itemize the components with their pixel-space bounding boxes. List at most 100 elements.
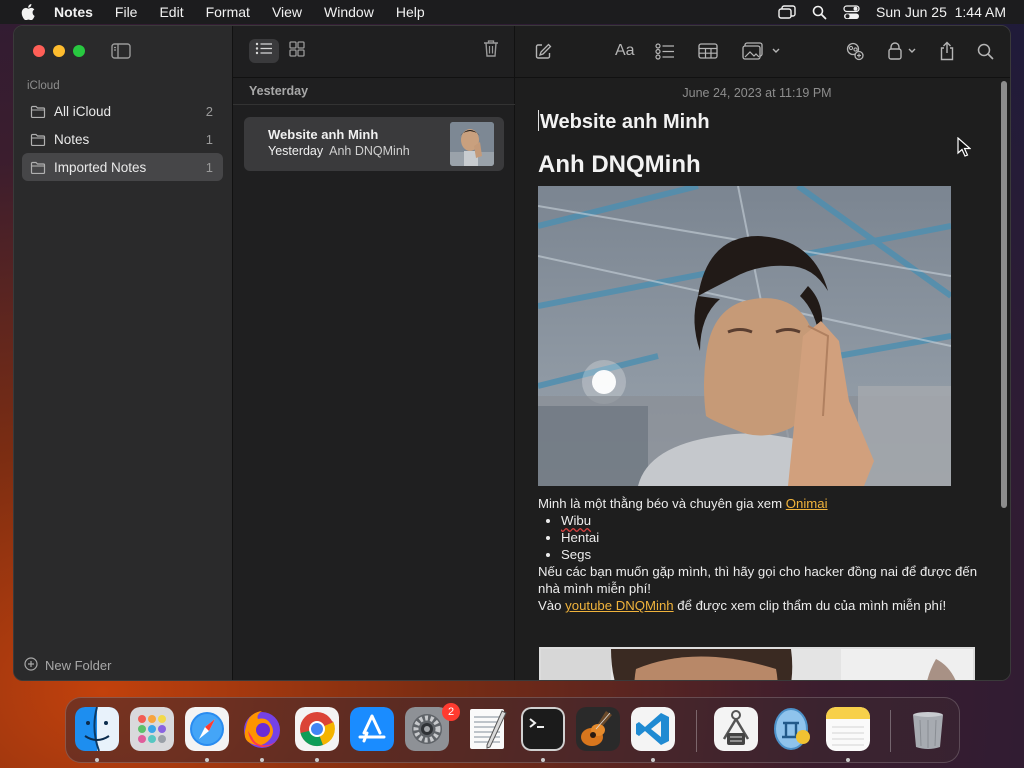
app-store-icon[interactable] — [350, 707, 394, 751]
notification-badge: 2 — [442, 703, 460, 721]
note-photo[interactable] — [538, 186, 951, 486]
note-body[interactable]: June 24, 2023 at 11:19 PM Website anh Mi… — [515, 79, 999, 680]
delete-note-trash-icon[interactable] — [483, 39, 499, 63]
safari-icon[interactable] — [185, 707, 229, 751]
folder-all-icloud[interactable]: All iCloud 2 — [22, 97, 223, 125]
new-folder-button[interactable]: New Folder — [24, 657, 111, 674]
window-switcher-icon[interactable] — [778, 5, 796, 19]
paragraph-intro-text: Minh là một thằng béo và chuyên gia xem — [538, 496, 786, 511]
collaborate-icon[interactable] — [843, 40, 865, 62]
textedit-icon[interactable] — [466, 707, 510, 751]
mouse-pointer-icon — [957, 136, 972, 162]
search-icon[interactable] — [977, 40, 994, 62]
menu-view[interactable]: View — [272, 4, 302, 20]
note-preview: Anh DNQMinh — [329, 144, 410, 158]
archive-utility-icon[interactable] — [714, 707, 758, 751]
youtube-link[interactable]: youtube DNQMinh — [565, 598, 673, 613]
finder-icon[interactable] — [75, 707, 119, 751]
folder-notes[interactable]: Notes 1 — [22, 125, 223, 153]
plus-circle-icon — [24, 657, 38, 674]
editor-scrollbar[interactable] — [999, 79, 1009, 679]
firefox-icon[interactable] — [240, 707, 284, 751]
gallery-view-button[interactable] — [285, 39, 309, 63]
scrollbar-thumb[interactable] — [1001, 81, 1007, 508]
vscode-icon[interactable] — [631, 707, 675, 751]
zoom-button[interactable] — [73, 45, 85, 57]
close-button[interactable] — [33, 45, 45, 57]
folder-name: Imported Notes — [54, 159, 147, 175]
menubar-clock[interactable]: Sun Jun 25 1:44 AM — [876, 4, 1006, 20]
note-timestamp: June 24, 2023 at 11:19 PM — [682, 86, 832, 100]
dock: 2 — [65, 697, 960, 763]
note-thumbnail-image — [450, 122, 494, 166]
folder-icon — [30, 105, 46, 118]
terminal-icon[interactable] — [521, 707, 565, 751]
onimai-link[interactable]: Onimai — [786, 496, 828, 511]
editor-toolbar: Aa — [515, 26, 1010, 78]
folder-icon — [30, 133, 46, 146]
menu-format[interactable]: Format — [206, 4, 250, 20]
paragraph-intro: Minh là một thằng béo và chuyên gia xem … — [538, 495, 978, 512]
menu-bar: Notes File Edit Format View Window Help … — [0, 0, 1024, 24]
menu-app-name[interactable]: Notes — [54, 4, 93, 20]
paragraph-youtube-pre: Vào — [538, 598, 566, 613]
running-indicator — [315, 758, 319, 762]
garageband-icon[interactable] — [576, 707, 620, 751]
folder-name: All iCloud — [54, 103, 112, 119]
running-indicator — [541, 758, 545, 762]
note-heading: Anh DNQMinh — [538, 151, 701, 178]
spotlight-search-icon[interactable] — [812, 5, 827, 20]
menu-window[interactable]: Window — [324, 4, 374, 20]
note-date: Yesterday — [268, 144, 324, 158]
note-list-item[interactable]: Website anh Minh Yesterday Anh DNQMinh — [244, 117, 504, 171]
list-item: Hentai — [561, 529, 978, 546]
menu-help[interactable]: Help — [396, 4, 425, 20]
list-item-text: Wibu — [561, 513, 592, 528]
note-meta: Yesterday Anh DNQMinh — [268, 144, 410, 158]
share-icon[interactable] — [939, 40, 955, 62]
new-folder-label: New Folder — [45, 658, 112, 673]
note-list-toolbar — [233, 26, 515, 78]
note-photo-second[interactable] — [539, 647, 975, 680]
icloud-section-label: iCloud — [27, 80, 60, 92]
menu-edit[interactable]: Edit — [159, 4, 183, 20]
running-indicator — [95, 758, 99, 762]
running-indicator — [846, 758, 850, 762]
minimize-button[interactable] — [53, 45, 65, 57]
list-item: Wibu — [561, 512, 978, 529]
menu-file[interactable]: File — [115, 4, 138, 20]
dock-separator — [890, 710, 891, 752]
text-format-button[interactable]: Aa — [615, 40, 635, 62]
sidebar: iCloud All iCloud 2 Notes 1 Imported Not… — [14, 26, 233, 680]
folder-imported-notes[interactable]: Imported Notes 1 — [22, 153, 223, 181]
running-indicator — [260, 758, 264, 762]
notes-app-icon[interactable] — [826, 707, 870, 751]
note-title-heading[interactable]: Website anh Minh — [538, 110, 710, 134]
compose-note-icon[interactable] — [535, 40, 552, 62]
list-view-button[interactable] — [249, 39, 279, 63]
folder-count: 2 — [205, 103, 213, 119]
paragraph-youtube-post: để được xem clip thẩm du của mình miễn p… — [673, 598, 947, 613]
note-body-text: Minh là một thằng béo và chuyên gia xem … — [538, 495, 978, 614]
note-editor-pane: Aa June 24, 2023 at 11:19 PM Website anh… — [515, 26, 1010, 680]
notes-window: iCloud All iCloud 2 Notes 1 Imported Not… — [13, 25, 1011, 681]
text-caret — [538, 110, 539, 131]
bullet-list: Wibu Hentai Segs — [538, 512, 978, 563]
paragraph-contact: Nếu các bạn muốn gặp mình, thì hãy gọi c… — [538, 564, 978, 596]
folder-count: 1 — [205, 131, 213, 147]
folder-count: 1 — [205, 159, 213, 175]
note-title-text: Website anh Minh — [540, 111, 710, 133]
sidebar-toggle-icon[interactable] — [111, 43, 131, 64]
lock-icon[interactable] — [887, 40, 919, 62]
control-center-icon[interactable] — [843, 4, 860, 20]
media-insert-icon[interactable] — [742, 40, 782, 62]
apple-menu-icon[interactable] — [18, 2, 38, 22]
paragraph-youtube: Vào youtube DNQMinh để được xem clip thẩ… — [538, 597, 978, 614]
chrome-icon[interactable] — [295, 707, 339, 751]
checklist-icon[interactable] — [655, 40, 675, 62]
list-icon — [255, 42, 273, 60]
developer-app-icon[interactable] — [769, 707, 813, 751]
launchpad-icon[interactable] — [130, 707, 174, 751]
trash-icon[interactable] — [906, 707, 950, 751]
table-icon[interactable] — [698, 40, 718, 62]
